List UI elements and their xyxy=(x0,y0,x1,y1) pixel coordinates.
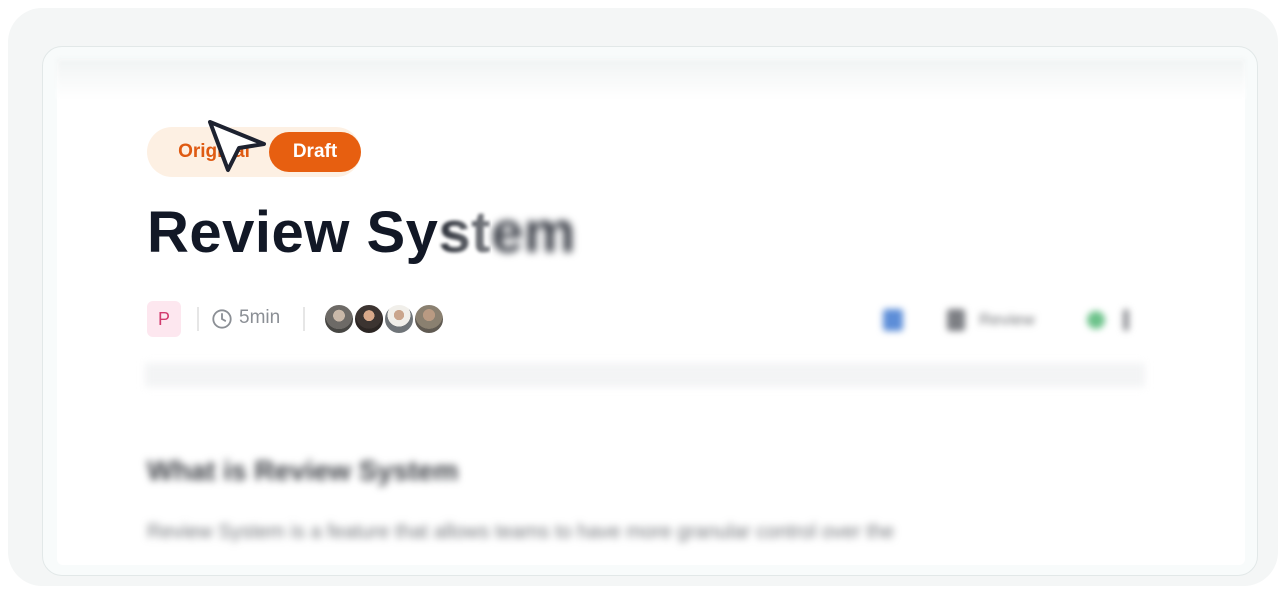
space-badge[interactable]: P xyxy=(147,301,181,337)
avatar[interactable] xyxy=(323,303,355,335)
avatar[interactable] xyxy=(413,303,445,335)
document-actions: Review xyxy=(877,299,1147,339)
separator xyxy=(197,307,199,331)
page-title-clear: Review Sy xyxy=(147,200,439,265)
page-title-fading: st xyxy=(438,200,492,265)
read-time: 5min xyxy=(239,307,281,328)
page-title-blurred: em xyxy=(491,200,576,265)
cursor-arrow-icon xyxy=(208,120,266,172)
meta-row: P 5min Review xyxy=(147,299,1147,339)
status-dot-icon[interactable] xyxy=(1087,311,1105,329)
bookmark-icon[interactable] xyxy=(883,309,903,331)
avatar[interactable] xyxy=(383,303,415,335)
separator xyxy=(303,307,305,331)
page-title: Review System xyxy=(147,199,576,266)
document-icon[interactable] xyxy=(947,309,965,331)
review-button-label[interactable]: Review xyxy=(979,310,1035,330)
top-fade xyxy=(57,59,1245,99)
avatar[interactable] xyxy=(353,303,385,335)
toggle-draft-button[interactable]: Draft xyxy=(269,132,361,172)
content-divider xyxy=(145,363,1145,387)
section-heading: What is Review System xyxy=(147,455,459,486)
more-vertical-icon[interactable] xyxy=(1123,309,1129,331)
outer-frame: Original Draft Review System P 5min Revi… xyxy=(8,8,1278,586)
section-body: Review System is a feature that allows t… xyxy=(147,521,895,543)
clock-icon xyxy=(212,309,232,329)
